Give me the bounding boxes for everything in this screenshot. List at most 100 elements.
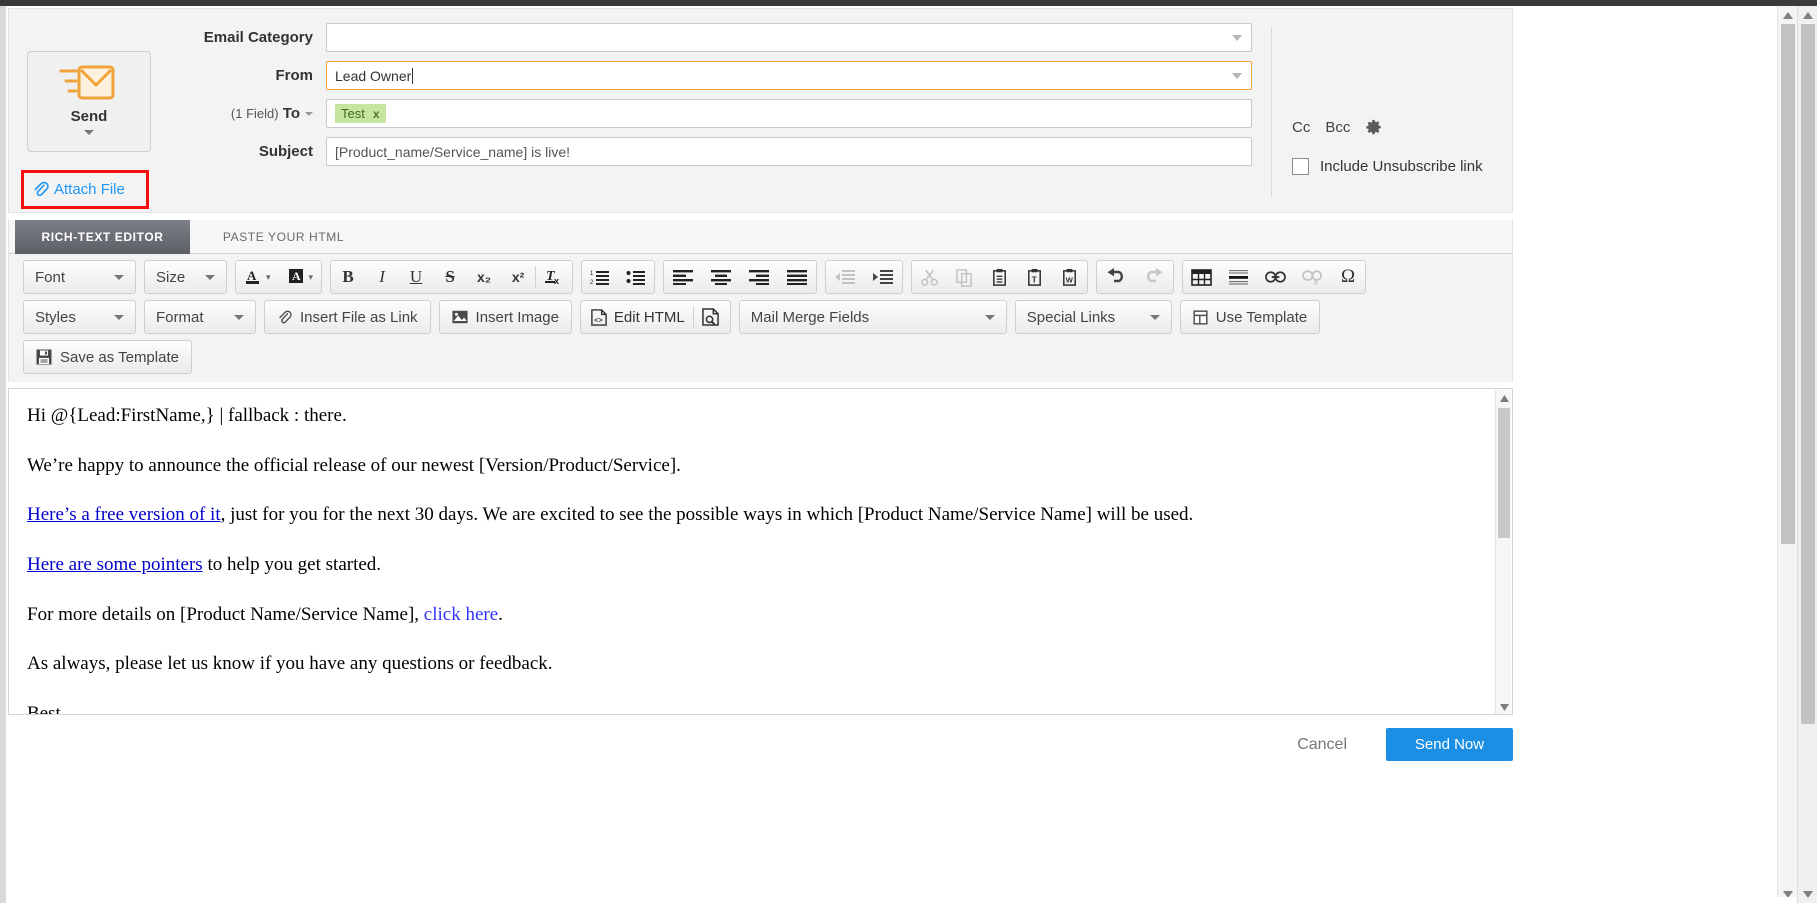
align-right-icon[interactable] [740,261,778,293]
save-disk-icon [36,349,52,365]
indent-icon[interactable] [864,261,902,293]
redo-icon[interactable] [1135,261,1173,293]
attach-file-button[interactable]: Attach File [21,170,149,209]
chevron-down-icon [1232,34,1242,41]
to-input[interactable]: Test x [326,99,1252,128]
body-link-pointers[interactable]: Here are some pointers [27,554,203,575]
to-label-text: To [282,105,300,122]
send-now-button[interactable]: Send Now [1386,728,1513,761]
outer-scroll-up-icon[interactable] [1798,6,1817,24]
editor-scrollbar[interactable] [1495,390,1512,714]
clipboard-group: T W [911,260,1089,294]
table-icon[interactable] [1183,261,1220,293]
body-paragraph: Hi @{Lead:FirstName,} | fallback : there… [27,403,1494,429]
email-body-content[interactable]: Hi @{Lead:FirstName,} | fallback : there… [9,389,1512,714]
paperclip-icon [277,310,292,325]
subject-input[interactable]: [Product_name/Service_name] is live! [326,137,1252,166]
format-dropdown[interactable]: Format [144,300,256,334]
list-group: 1 2 [581,260,656,294]
cancel-button[interactable]: Cancel [1291,735,1353,755]
toolbar-row-3: Save as Template [9,334,1512,374]
strikethrough-button[interactable]: S [433,261,467,293]
indent-group [825,260,904,294]
from-value: Lead Owner [335,67,412,84]
body-link-click-here[interactable]: click here [424,604,498,625]
superscript-button[interactable]: x² [501,261,535,293]
send-dropdown-caret-icon[interactable] [84,130,94,135]
paste-as-text-icon[interactable]: T [1017,261,1052,293]
bulleted-list-icon[interactable] [618,261,654,293]
link-icon[interactable] [1257,261,1294,293]
recipient-tag[interactable]: Test x [335,104,386,123]
special-links-dropdown[interactable]: Special Links [1014,300,1172,334]
use-template-button[interactable]: Use Template [1179,300,1321,334]
subject-label: Subject [258,143,313,160]
preview-icon[interactable] [694,301,728,333]
window-bottom-strip [6,897,1797,903]
editor-scroll-down-icon[interactable] [1496,699,1512,714]
include-unsubscribe-checkbox[interactable] [1292,158,1309,175]
send-button[interactable]: Send [27,51,151,152]
numbered-list-icon[interactable]: 1 2 [582,261,618,293]
recipient-tag-label: Test [341,106,365,121]
bold-button[interactable]: B [331,261,365,293]
size-dropdown[interactable]: Size [144,260,227,294]
outer-scrollbar-thumb[interactable] [1801,24,1815,724]
underline-button[interactable]: U [399,261,433,293]
font-dropdown[interactable]: Font [23,260,136,294]
inner-scroll-up-icon[interactable] [1778,6,1798,24]
outer-scroll-down-icon[interactable] [1798,885,1817,903]
paste-icon[interactable] [982,261,1017,293]
save-as-template-button[interactable]: Save as Template [23,340,192,374]
copy-icon[interactable] [947,261,982,293]
tab-paste-your-html[interactable]: PASTE YOUR HTML [201,220,366,254]
unlink-icon[interactable]: x [1294,261,1331,293]
cc-bcc-row: Cc Bcc [1292,119,1516,136]
remove-format-icon[interactable]: T x [536,261,572,293]
email-category-select[interactable] [326,23,1252,52]
subscript-button[interactable]: x₂ [467,261,501,293]
body-text-segment: For more details on [Product Name/Servic… [27,603,424,625]
align-left-icon[interactable] [664,261,702,293]
tab-rich-text-editor[interactable]: RICH-TEXT EDITOR [15,220,190,254]
cc-link[interactable]: Cc [1292,119,1310,136]
outer-vertical-scrollbar[interactable] [1797,6,1817,903]
bcc-link[interactable]: Bcc [1325,119,1350,136]
cut-icon[interactable] [912,261,947,293]
outdent-icon[interactable] [826,261,864,293]
include-unsubscribe-row[interactable]: Include Unsubscribe link [1292,158,1516,175]
insert-image-button[interactable]: Insert Image [438,300,572,334]
caret-down-icon[interactable] [305,112,313,117]
horizontal-rule-icon[interactable] [1220,261,1257,293]
special-character-icon[interactable]: Ω [1331,261,1365,293]
inner-scrollbar-thumb[interactable] [1781,24,1795,544]
body-paragraph: Here are some pointers to help you get s… [27,552,1494,578]
edit-html-button[interactable]: <> Edit HTML [583,301,693,333]
email-body-editor[interactable]: Hi @{Lead:FirstName,} | fallback : there… [8,388,1513,715]
mail-merge-fields-dropdown[interactable]: Mail Merge Fields [738,300,1007,334]
background-color-icon[interactable]: A ▾ [279,261,322,293]
text-style-group: B I U S x₂ x² T x [330,260,574,294]
editor-scrollbar-thumb[interactable] [1498,408,1510,538]
editor-scroll-up-icon[interactable] [1496,390,1512,406]
align-center-icon[interactable] [702,261,740,293]
italic-button[interactable]: I [365,261,399,293]
body-link-free-version[interactable]: Here’s a free version of it [27,504,221,525]
insert-file-as-link-button[interactable]: Insert File as Link [264,300,431,334]
remove-recipient-icon[interactable]: x [373,107,380,121]
paste-from-word-icon[interactable]: W [1052,261,1087,293]
editor-tab-bar: RICH-TEXT EDITOR PASTE YOUR HTML [8,220,1513,261]
text-color-icon[interactable]: A ▾ [236,261,279,293]
from-select[interactable]: Lead Owner [326,61,1252,90]
svg-text:2: 2 [590,280,594,286]
chevron-down-icon [1232,72,1242,79]
inner-vertical-scrollbar[interactable] [1777,6,1797,903]
insert-group: x Ω [1182,260,1367,294]
mail-merge-fields-label: Mail Merge Fields [750,308,870,326]
svg-text:A: A [247,268,257,283]
styles-dropdown[interactable]: Styles [23,300,136,334]
gear-icon[interactable] [1365,119,1382,136]
align-justify-icon[interactable] [778,261,816,293]
image-icon [451,310,468,324]
undo-icon[interactable] [1097,261,1135,293]
